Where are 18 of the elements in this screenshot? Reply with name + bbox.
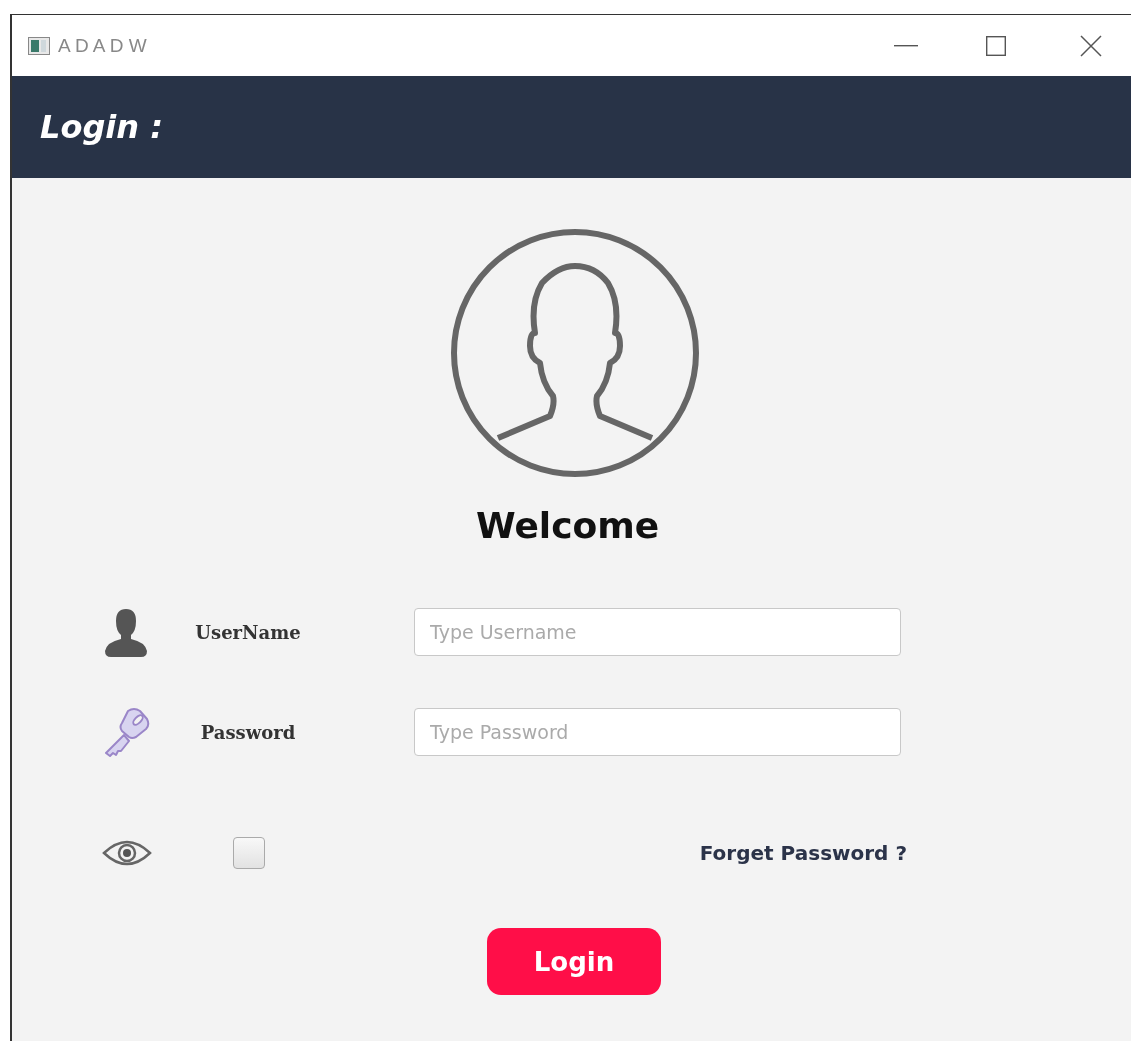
password-field[interactable]: Type Password: [414, 708, 901, 756]
key-icon: [102, 707, 150, 757]
maximize-icon[interactable]: [986, 35, 1006, 56]
login-button[interactable]: Login: [487, 928, 661, 995]
forgot-password-link[interactable]: Forget Password ?: [699, 841, 907, 865]
person-icon: [102, 607, 150, 657]
window-title: A D A D W: [58, 34, 147, 57]
user-avatar-icon: [450, 228, 700, 478]
close-icon[interactable]: [1080, 34, 1102, 57]
app-icon: [28, 36, 50, 55]
field-label: UserName: [194, 621, 302, 643]
field-label: Password: [199, 721, 297, 743]
eye-icon: [102, 839, 152, 867]
show-password-checkbox[interactable]: [233, 837, 265, 869]
minimize-icon[interactable]: [894, 44, 918, 47]
header-title: Login :: [40, 108, 163, 146]
username-field[interactable]: Type Username: [414, 608, 901, 656]
welcome-heading: Welcome: [476, 504, 660, 548]
